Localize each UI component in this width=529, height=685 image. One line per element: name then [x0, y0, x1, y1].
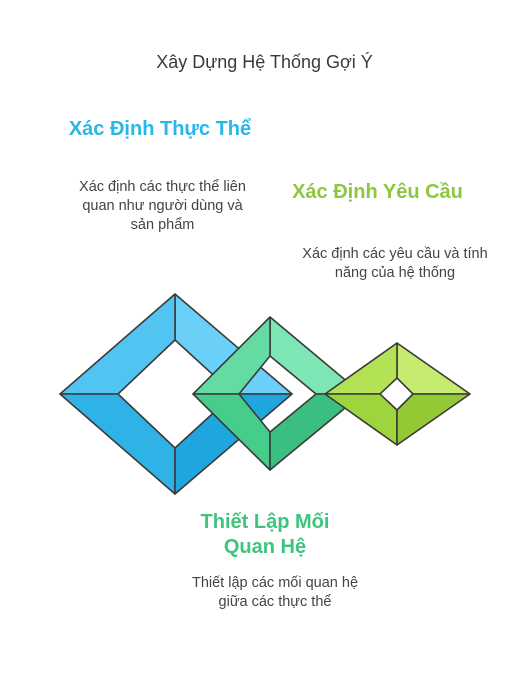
blue-diamond-frame: [59, 293, 293, 495]
diagram-canvas: Xây Dựng Hệ Thống Gợi Ý Xác Định Thực Th…: [0, 0, 529, 685]
interlocking-diamonds: [59, 293, 471, 495]
lime-diamond-frame: [324, 342, 471, 446]
